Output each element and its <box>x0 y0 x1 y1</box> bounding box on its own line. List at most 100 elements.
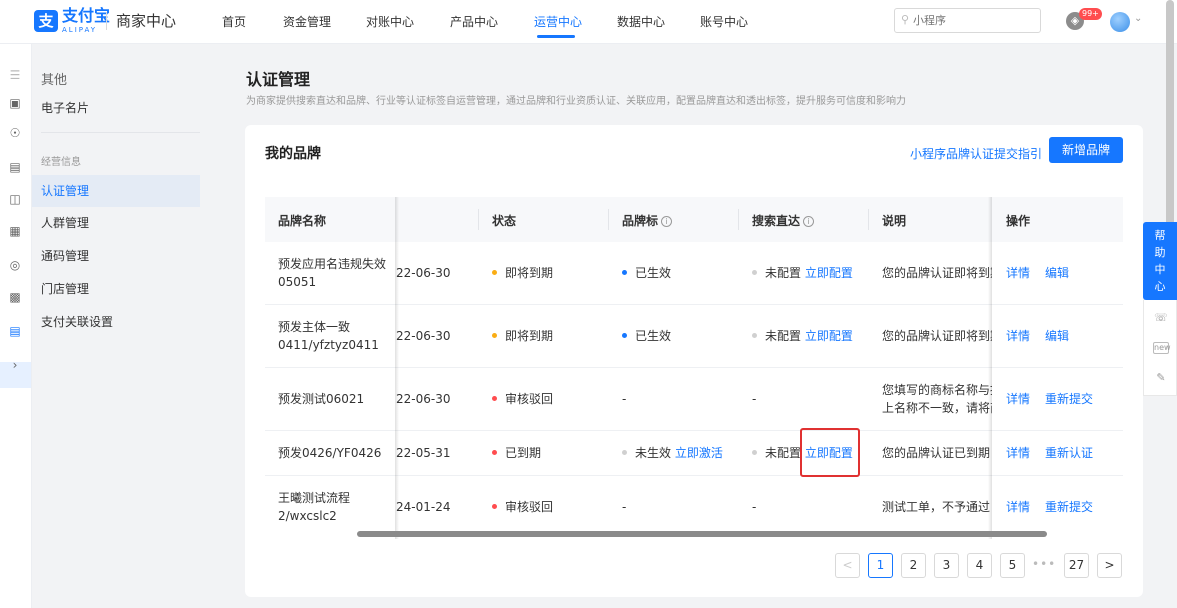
help-center-button[interactable]: 帮 助 中 心 <box>1143 222 1177 300</box>
page-4-button[interactable]: 4 <box>967 553 992 578</box>
nav-products[interactable]: 产品中心 <box>450 14 498 30</box>
wallet-icon[interactable]: ▩ <box>8 290 22 304</box>
page-5-button[interactable]: 5 <box>1000 553 1025 578</box>
nav-active-indicator <box>537 35 575 38</box>
top-search-box[interactable]: ⚲ <box>894 8 1041 33</box>
info-icon[interactable]: i <box>803 216 815 227</box>
add-brand-button[interactable]: 新增品牌 <box>1049 137 1123 163</box>
page-27-button[interactable]: 27 <box>1064 553 1089 578</box>
page-1-button[interactable]: 1 <box>868 553 893 578</box>
table-row: 王曦测试流程 2/wxcslc2 24-01-24 审核驳回 - - 测试工单，不… <box>265 476 1123 539</box>
resubmit-link[interactable]: 重新提交 <box>1045 498 1093 516</box>
document-icon[interactable]: ▤ <box>8 160 22 174</box>
list-icon[interactable]: ▦ <box>8 224 22 238</box>
fixed-column-shadow <box>988 197 992 539</box>
info-icon[interactable]: i <box>661 216 673 227</box>
sidebar-item-audience[interactable]: 人群管理 <box>41 215 89 231</box>
table-horizontal-scrollbar[interactable] <box>357 531 1047 537</box>
status-cell: 已到期 <box>492 444 541 462</box>
page-3-button[interactable]: 3 <box>934 553 959 578</box>
nav-reconciliation[interactable]: 对账中心 <box>366 14 414 30</box>
status-dot <box>492 504 497 509</box>
sidebar-divider <box>41 132 200 133</box>
column-divider <box>478 209 479 230</box>
table-header: 品牌名称 状态 品牌标 i 搜索直达 i 说明 操作 <box>265 197 1123 242</box>
note-cell: 您填写的商标名称与提 上名称不一致，请将商 <box>882 381 992 417</box>
sidebar-item-certification[interactable]: 认证管理 <box>41 183 89 199</box>
status-dot <box>492 396 497 401</box>
details-link[interactable]: 详情 <box>1006 327 1030 345</box>
recertify-link[interactable]: 重新认证 <box>1045 444 1093 462</box>
status-dot <box>492 450 497 455</box>
header-status: 状态 <box>492 214 517 228</box>
avatar[interactable] <box>1110 12 1130 32</box>
note-cell: 您的品牌认证已到期 <box>882 446 991 460</box>
details-link[interactable]: 详情 <box>1006 498 1030 516</box>
activate-now-link[interactable]: 立即激活 <box>675 446 723 460</box>
alipay-logo-icon[interactable]: 支 <box>34 10 58 32</box>
brand-name: 预发应用名违规失效 <box>278 257 387 271</box>
pagination-ellipsis[interactable]: ••• <box>1032 557 1056 571</box>
status-dot <box>622 450 627 455</box>
chevron-right-icon[interactable]: › <box>8 358 22 372</box>
nav-home[interactable]: 首页 <box>222 14 246 30</box>
brand-name-cell: 王曦测试流程 2/wxcslc2 <box>278 489 388 525</box>
sidebar-item-stores[interactable]: 门店管理 <box>41 281 89 297</box>
pencil-icon[interactable]: ✎ <box>1153 370 1169 386</box>
badge-cell: - <box>622 500 627 514</box>
card-title: 我的品牌 <box>265 146 321 162</box>
details-link[interactable]: 详情 <box>1006 264 1030 282</box>
coupon-icon[interactable]: ◎ <box>8 258 22 272</box>
search-input[interactable] <box>913 12 1033 29</box>
sidebar-item-business-card[interactable]: 电子名片 <box>41 100 89 116</box>
menu-icon[interactable]: ☰ <box>8 68 22 82</box>
new-feature-icon[interactable]: new <box>1153 342 1171 354</box>
date-cell: 22-06-30 <box>396 329 451 343</box>
certificate-icon[interactable]: ▤ <box>8 324 22 338</box>
nav-data[interactable]: 数据中心 <box>617 14 665 30</box>
nav-account[interactable]: 账号中心 <box>700 14 748 30</box>
prev-page-button[interactable]: < <box>835 553 860 578</box>
configure-now-link[interactable]: 立即配置 <box>805 266 853 280</box>
status-dot <box>752 333 757 338</box>
column-divider <box>868 209 869 230</box>
nav-operations[interactable]: 运营中心 <box>534 14 582 30</box>
status-dot <box>752 270 757 275</box>
note-line: 上名称不一致，请将商 <box>882 401 992 415</box>
brand-card: 我的品牌 小程序品牌认证提交指引 新增品牌 品牌名称 状态 品牌标 i 搜索直达 i… <box>245 125 1143 597</box>
sidebar-item-payment-settings[interactable]: 支付关联设置 <box>41 314 113 330</box>
status-dot <box>492 270 497 275</box>
help-label-char: 中 <box>1154 263 1166 276</box>
edit-link[interactable]: 编辑 <box>1045 327 1069 345</box>
icon-rail: ☰ ▣ ☉ ▤ ◫ ▦ ◎ ▩ ▤ › <box>0 44 32 608</box>
nav-funds[interactable]: 资金管理 <box>283 14 331 30</box>
details-link[interactable]: 详情 <box>1006 390 1030 408</box>
sidebar-item-code[interactable]: 通码管理 <box>41 248 89 264</box>
resubmit-link[interactable]: 重新提交 <box>1045 390 1093 408</box>
note-cell: 测试工单，不予通过 <box>882 500 991 514</box>
header-note: 说明 <box>882 214 907 228</box>
next-page-button[interactable]: > <box>1097 553 1122 578</box>
gift-icon[interactable]: ◫ <box>8 192 22 206</box>
brand-name-id: 0411/yfztyz0411 <box>278 338 379 352</box>
brand-name-id: 05051 <box>278 275 317 289</box>
status-text: 审核驳回 <box>505 392 554 406</box>
configure-now-link[interactable]: 立即配置 <box>805 329 853 343</box>
status-text: 已到期 <box>505 446 542 460</box>
submission-guide-link[interactable]: 小程序品牌认证提交指引 <box>910 145 1042 162</box>
details-link[interactable]: 详情 <box>1006 444 1030 462</box>
search-status: 未配置 <box>765 446 802 460</box>
target-icon[interactable]: ☉ <box>8 126 22 140</box>
sidebar-group-label: 经营信息 <box>41 157 81 168</box>
page-2-button[interactable]: 2 <box>901 553 926 578</box>
headset-icon[interactable]: ☏ <box>1153 310 1169 326</box>
card-icon[interactable]: ▣ <box>8 96 22 110</box>
sidebar-header: 其他 <box>41 73 68 88</box>
brand-name-id: 2/wxcslc2 <box>278 509 337 523</box>
date-cell: 22-05-31 <box>396 446 451 460</box>
edit-link[interactable]: 编辑 <box>1045 264 1069 282</box>
badge-cell: 未生效 立即激活 <box>622 444 723 462</box>
status-cell: 即将到期 <box>492 264 553 282</box>
brand-name: 预发测试06021 <box>278 392 365 406</box>
chevron-down-icon[interactable]: ⌄ <box>1134 13 1142 24</box>
